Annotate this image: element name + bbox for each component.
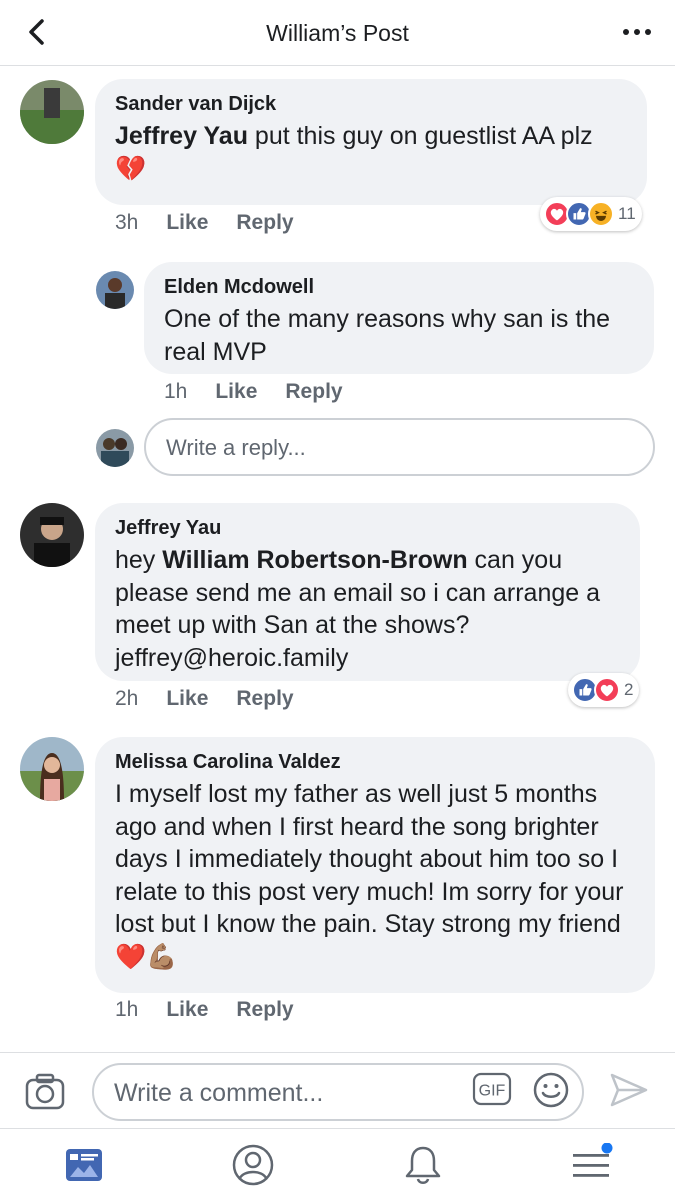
comment-text: One of the many reasons why san is the r… — [164, 305, 611, 366]
reply-button[interactable]: Reply — [236, 687, 293, 711]
like-button[interactable]: Like — [215, 380, 257, 404]
avatar[interactable] — [96, 271, 134, 309]
reply-button[interactable]: Reply — [285, 380, 342, 404]
comment-time: 2h — [115, 687, 139, 710]
comment-time: 1h — [115, 998, 139, 1021]
comment-actions: 3h Like Reply — [115, 211, 294, 235]
reply-button[interactable]: Reply — [236, 211, 293, 235]
menu-icon[interactable] — [570, 1143, 614, 1187]
notification-dot — [601, 1143, 613, 1154]
broken-heart-emoji: 💔 — [115, 154, 147, 183]
reaction-count: 2 — [624, 680, 634, 699]
send-icon[interactable] — [608, 1071, 650, 1109]
comment-text: Jeffrey Yau put this guy on guestlist AA… — [115, 122, 593, 183]
comment-text: hey William Robertson-Brown can you plea… — [115, 546, 601, 672]
camera-icon[interactable] — [24, 1071, 66, 1111]
svg-text:GIF: GIF — [479, 1083, 506, 1100]
comment-actions: 1h Like Reply — [164, 380, 343, 404]
notifications-icon[interactable] — [401, 1143, 445, 1187]
reply-input[interactable]: Write a reply... — [144, 418, 655, 476]
avatar[interactable] — [20, 737, 84, 801]
haha-reaction-icon — [588, 201, 614, 227]
news-feed-icon[interactable] — [62, 1143, 106, 1187]
reaction-summary[interactable]: 11 — [540, 197, 642, 231]
top-bar: William’s Post — [0, 0, 675, 66]
comment-bubble: Sander van Dijck Jeffrey Yau put this gu… — [95, 79, 647, 205]
reply-button[interactable]: Reply — [236, 998, 293, 1022]
comment-time: 1h — [164, 380, 188, 403]
emoji-icon[interactable] — [532, 1071, 570, 1109]
comment-time: 3h — [115, 211, 139, 234]
like-button[interactable]: Like — [166, 211, 208, 235]
comment-author[interactable]: Melissa Carolina Valdez — [115, 751, 635, 774]
gif-icon[interactable]: GIF — [472, 1071, 512, 1107]
comment-author[interactable]: Jeffrey Yau — [115, 517, 620, 540]
reaction-count: 11 — [618, 204, 636, 223]
heart-muscle-emoji: ❤️💪🏽 — [115, 942, 178, 971]
bottom-nav — [0, 1128, 675, 1200]
more-icon[interactable] — [621, 18, 653, 46]
profile-icon[interactable] — [231, 1143, 275, 1187]
reaction-summary[interactable]: 2 — [568, 673, 640, 707]
comment-actions: 1h Like Reply — [115, 998, 294, 1022]
comment-bubble: Jeffrey Yau hey William Robertson-Brown … — [95, 503, 640, 681]
comment-composer: Write a comment... — [0, 1052, 675, 1128]
mention-link[interactable]: William Robertson-Brown — [162, 546, 467, 574]
avatar — [96, 429, 134, 467]
comment-actions: 2h Like Reply — [115, 687, 294, 711]
comment-bubble: Melissa Carolina Valdez I myself lost my… — [95, 737, 655, 993]
comment-bubble: Elden Mcdowell One of the many reasons w… — [144, 262, 654, 374]
avatar[interactable] — [20, 503, 84, 567]
page-title: William’s Post — [266, 20, 409, 46]
avatar[interactable] — [20, 80, 84, 144]
comment-author[interactable]: Sander van Dijck — [115, 93, 627, 116]
comment-text: I myself lost my father as well just 5 m… — [115, 780, 624, 971]
love-reaction-icon — [594, 677, 620, 703]
like-button[interactable]: Like — [166, 687, 208, 711]
comment-author[interactable]: Elden Mcdowell — [164, 276, 634, 299]
like-button[interactable]: Like — [166, 998, 208, 1022]
mention-link[interactable]: Jeffrey Yau — [115, 122, 248, 150]
